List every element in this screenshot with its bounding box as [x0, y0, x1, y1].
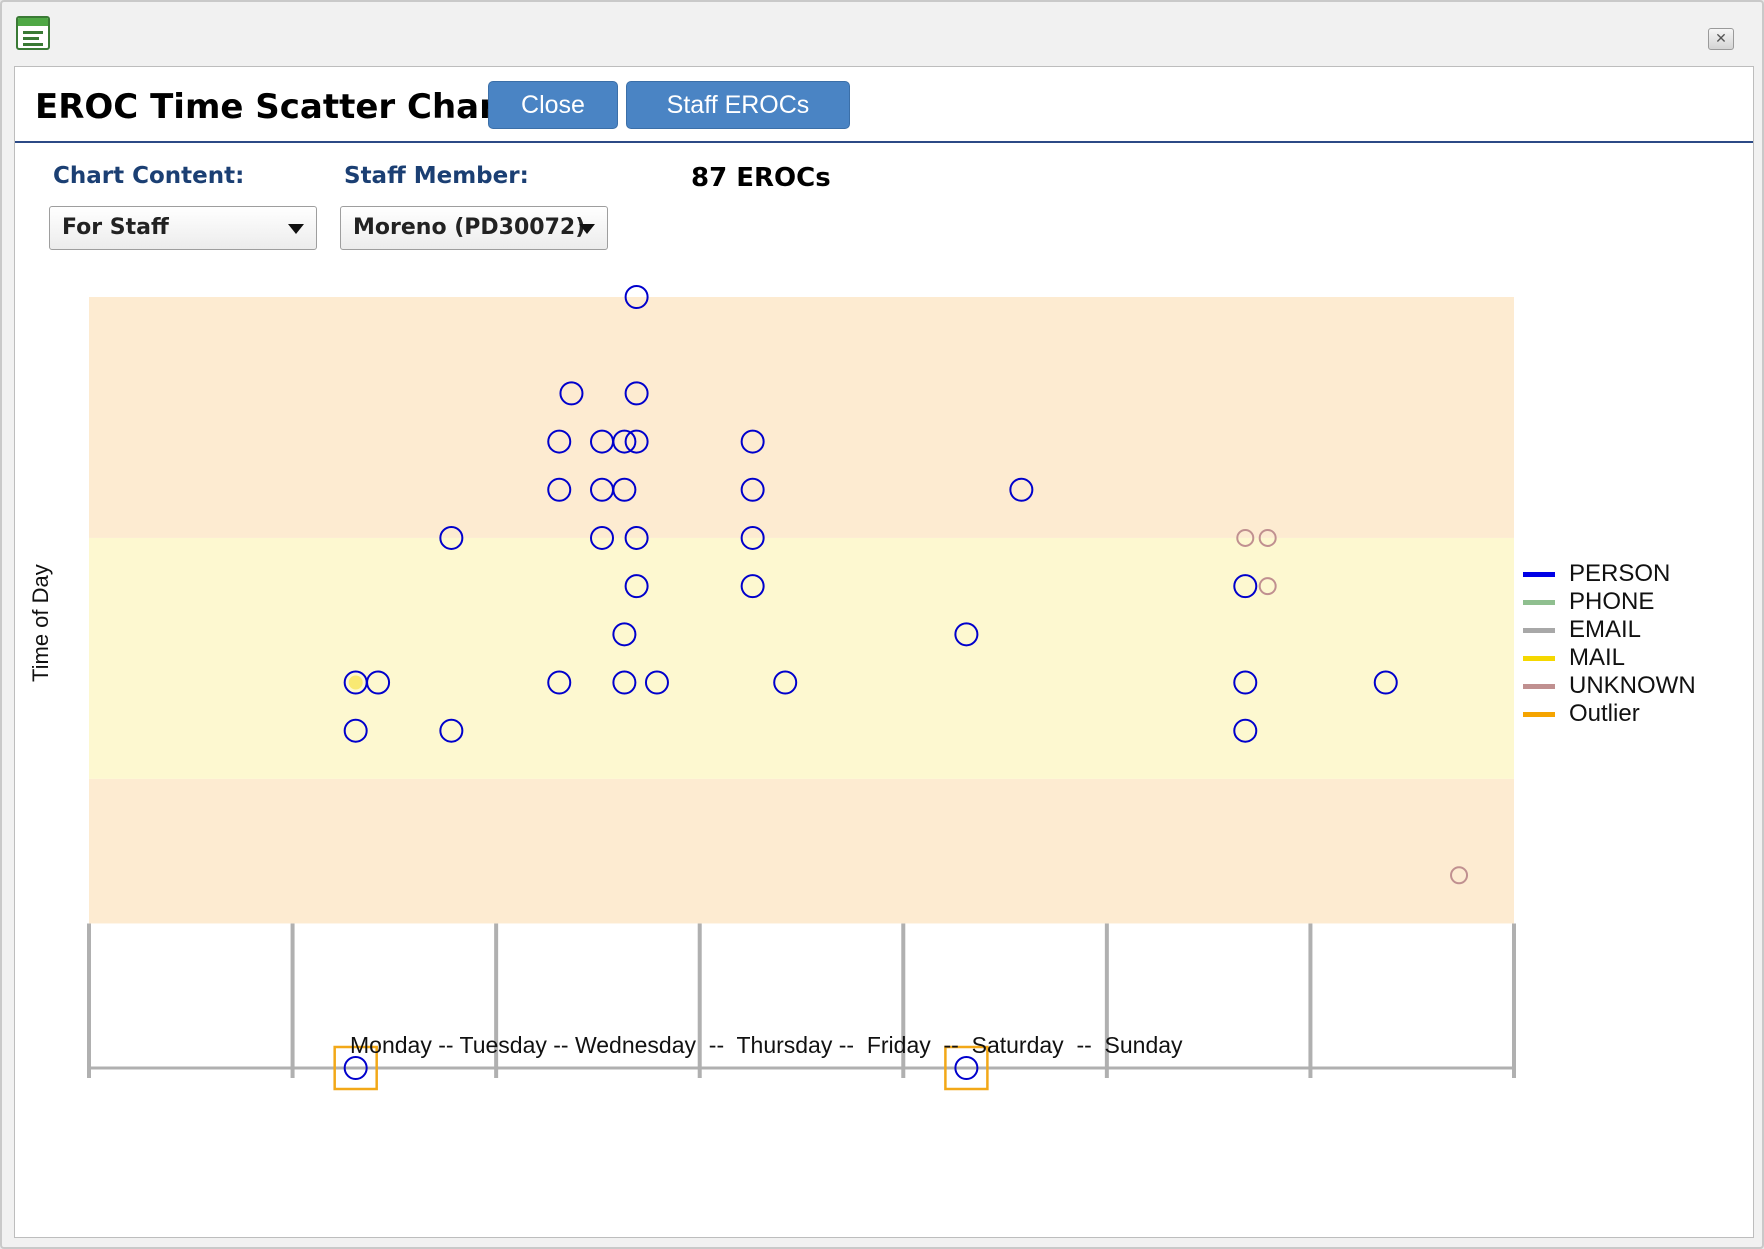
- chart-legend: PERSON PHONE EMAIL MAIL UNKNOWN Outlier: [1523, 560, 1696, 728]
- scatter-chart: [87, 285, 1516, 1091]
- legend-label: MAIL: [1569, 644, 1626, 671]
- legend-swatch: [1523, 600, 1555, 605]
- legend-item: MAIL: [1523, 644, 1696, 672]
- x-axis-label: Monday -- Tuesday -- Wednesday -- Thursd…: [350, 1032, 1183, 1058]
- legend-label: PHONE: [1569, 588, 1655, 615]
- legend-item: PHONE: [1523, 588, 1696, 616]
- time-band: [89, 778, 1514, 924]
- legend-item: PERSON: [1523, 560, 1696, 588]
- y-axis-label: Time of Day: [28, 564, 53, 682]
- legend-item: UNKNOWN: [1523, 672, 1696, 700]
- time-band: [89, 297, 1514, 538]
- legend-swatch: [1523, 656, 1555, 661]
- time-band: [89, 537, 1514, 779]
- legend-label: EMAIL: [1569, 616, 1642, 643]
- legend-label: Outlier: [1569, 700, 1640, 727]
- legend-swatch: [1523, 712, 1555, 717]
- legend-swatch: [1523, 684, 1555, 689]
- legend-label: PERSON: [1569, 560, 1671, 587]
- report-window: ✕ EROC Time Scatter Chart Close Staff ER…: [0, 0, 1764, 1249]
- legend-label: UNKNOWN: [1569, 672, 1696, 699]
- legend-item: EMAIL: [1523, 616, 1696, 644]
- legend-swatch: [1523, 628, 1555, 633]
- mail-point: [348, 675, 363, 690]
- legend-swatch: [1523, 572, 1555, 577]
- legend-item: Outlier: [1523, 700, 1696, 728]
